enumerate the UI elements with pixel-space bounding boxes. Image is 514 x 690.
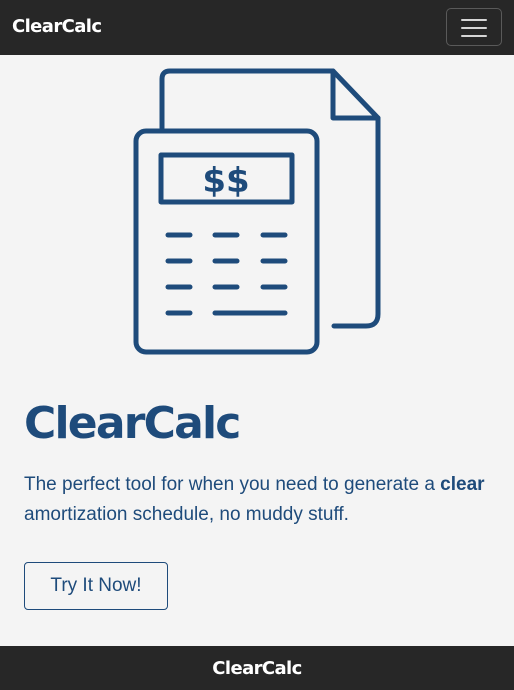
- tagline-text-start: The perfect tool for when you need to ge…: [24, 474, 435, 495]
- hero-tagline: The perfect tool for when you need to ge…: [24, 470, 494, 530]
- calculator-display-text: $$: [202, 161, 249, 201]
- tagline-text-end: amortization schedule, no muddy stuff.: [24, 504, 349, 525]
- tagline-emphasis: clear: [440, 474, 485, 495]
- footer-brand-logo: ClearCalc: [212, 658, 302, 679]
- navbar-brand-logo[interactable]: ClearCalc: [12, 15, 102, 39]
- try-it-now-button[interactable]: Try It Now!: [24, 562, 168, 610]
- calculator-document-icon: $$: [133, 68, 381, 355]
- footer: ClearCalc: [0, 646, 514, 690]
- hamburger-menu-button[interactable]: [446, 8, 502, 46]
- top-navbar: ClearCalc: [0, 0, 514, 55]
- hero-logo: ClearCalc: [24, 398, 241, 449]
